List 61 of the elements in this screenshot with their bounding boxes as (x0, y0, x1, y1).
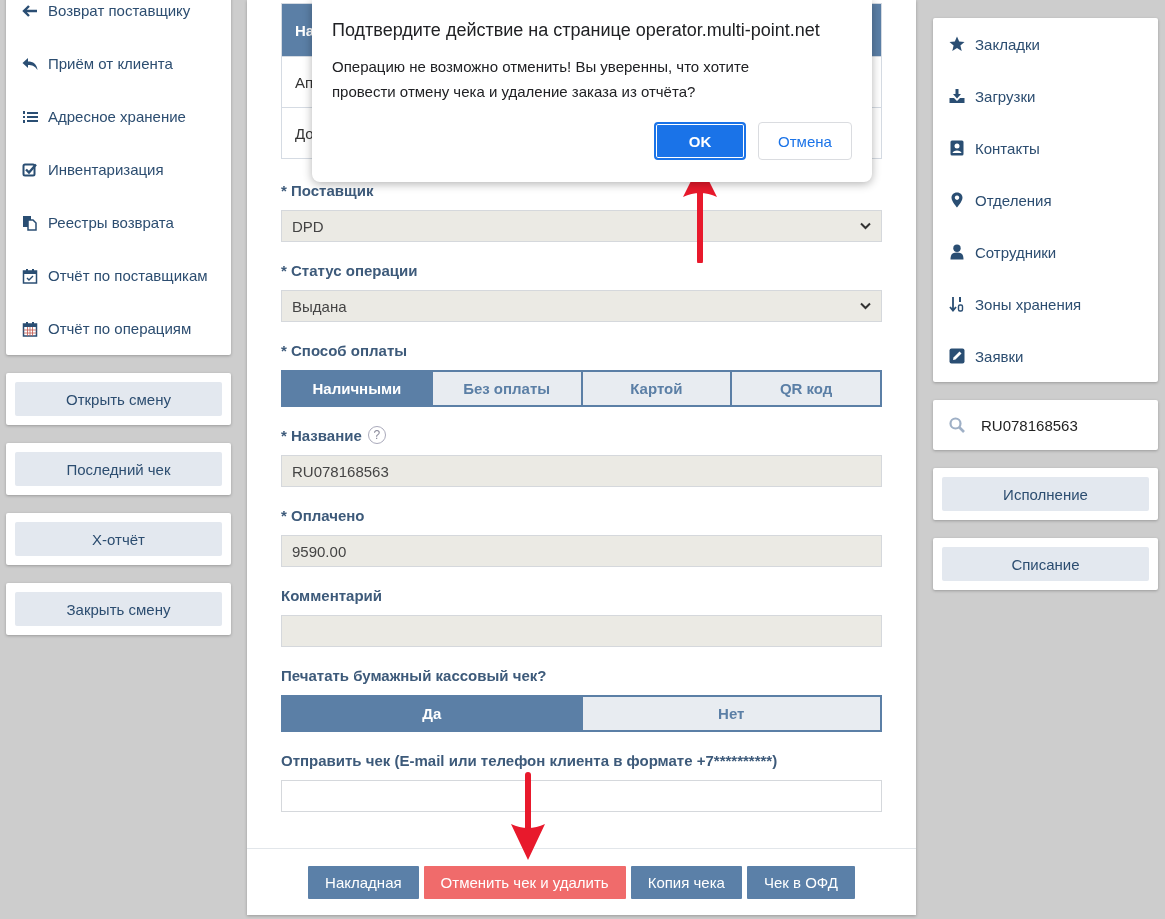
segment-option[interactable]: Картой (580, 370, 733, 407)
field-label: * Поставщик (281, 181, 374, 199)
menu-button[interactable]: Закрыть смену (15, 592, 222, 626)
menu-item[interactable]: Контакты (975, 139, 1040, 157)
field-label: Печатать бумажный кассовый чек? (281, 666, 547, 684)
menu-item[interactable]: Адресное хранение (48, 108, 186, 125)
arrow-left-icon (22, 2, 38, 19)
search-icon (949, 417, 965, 433)
menu-item[interactable]: Сотрудники (975, 243, 1057, 261)
segment-option[interactable]: Да (281, 695, 583, 732)
contact-book-icon (949, 140, 965, 156)
menu-button[interactable]: Списание (942, 547, 1149, 581)
field-label: Комментарий (281, 586, 382, 604)
documents-icon (22, 214, 38, 231)
dialog-message: Операцию не возможно отменить! Вы уверенны, что хотите провести отмену чека и удаление заказа из отчёта? (332, 57, 750, 102)
menu-item[interactable]: Заявки (975, 347, 1024, 365)
checkbox-icon (22, 161, 38, 178)
dialog-title: Подтвердите действие на странице operator.multi-point.net (332, 19, 821, 42)
star-icon (949, 36, 965, 52)
menu-button[interactable]: X-отчёт (15, 522, 222, 556)
chevron-down-icon (860, 302, 871, 310)
segment-option[interactable]: Нет (580, 695, 882, 732)
field-label: * Оплачено (281, 506, 365, 524)
field-label: * Способ оплаты (281, 341, 408, 359)
ok-button[interactable]: OK (654, 122, 746, 160)
menu-button[interactable]: Исполнение (942, 477, 1149, 511)
segment-option[interactable]: Наличными (281, 370, 433, 407)
menu-item[interactable]: Инвентаризация (48, 161, 164, 178)
numbered-list-icon (22, 108, 38, 125)
segment-option[interactable]: QR код (730, 370, 882, 407)
menu-item[interactable]: Возврат поставщику (48, 2, 191, 19)
menu-item[interactable]: Реестры возврата (48, 214, 174, 231)
action-button[interactable]: Копия чека (630, 865, 742, 899)
menu-item[interactable]: Отчёт по поставщикам (48, 267, 208, 284)
menu-item[interactable]: Закладки (975, 35, 1040, 53)
sort-down-icon (949, 296, 965, 312)
menu-item[interactable]: Зоны хранения (975, 295, 1082, 313)
table-cell: Ап (295, 73, 314, 91)
search-field[interactable]: RU078168563 (933, 400, 1158, 450)
input-field[interactable] (281, 780, 882, 812)
person-icon (949, 244, 965, 260)
field-label: * Статус операции (281, 261, 418, 279)
menu-item[interactable]: Отделения (975, 191, 1052, 209)
calendar-check-icon (22, 267, 38, 284)
segment-option[interactable]: Без оплаты (430, 370, 583, 407)
download-icon (949, 88, 965, 104)
menu-button[interactable]: Последний чек (15, 452, 222, 486)
action-button[interactable]: Накладная (308, 865, 419, 899)
chevron-down-icon (860, 222, 871, 230)
field-label: * Название (281, 426, 362, 444)
reply-arrow-icon (22, 55, 38, 72)
calendar-icon (22, 320, 38, 337)
menu-item[interactable]: Приём от клиента (48, 55, 173, 72)
map-pin-icon (949, 192, 965, 208)
pencil-icon (949, 348, 965, 364)
field-label: Отправить чек (E-mail или телефон клиента в формате +7**********) (281, 751, 778, 769)
menu-item[interactable]: Отчёт по операциям (48, 320, 192, 337)
cancel-button[interactable]: Отмена (758, 122, 852, 160)
action-button[interactable]: Чек в ОФД (746, 865, 855, 899)
menu-item[interactable]: Загрузки (975, 87, 1036, 105)
menu-button[interactable]: Открыть смену (15, 382, 222, 416)
